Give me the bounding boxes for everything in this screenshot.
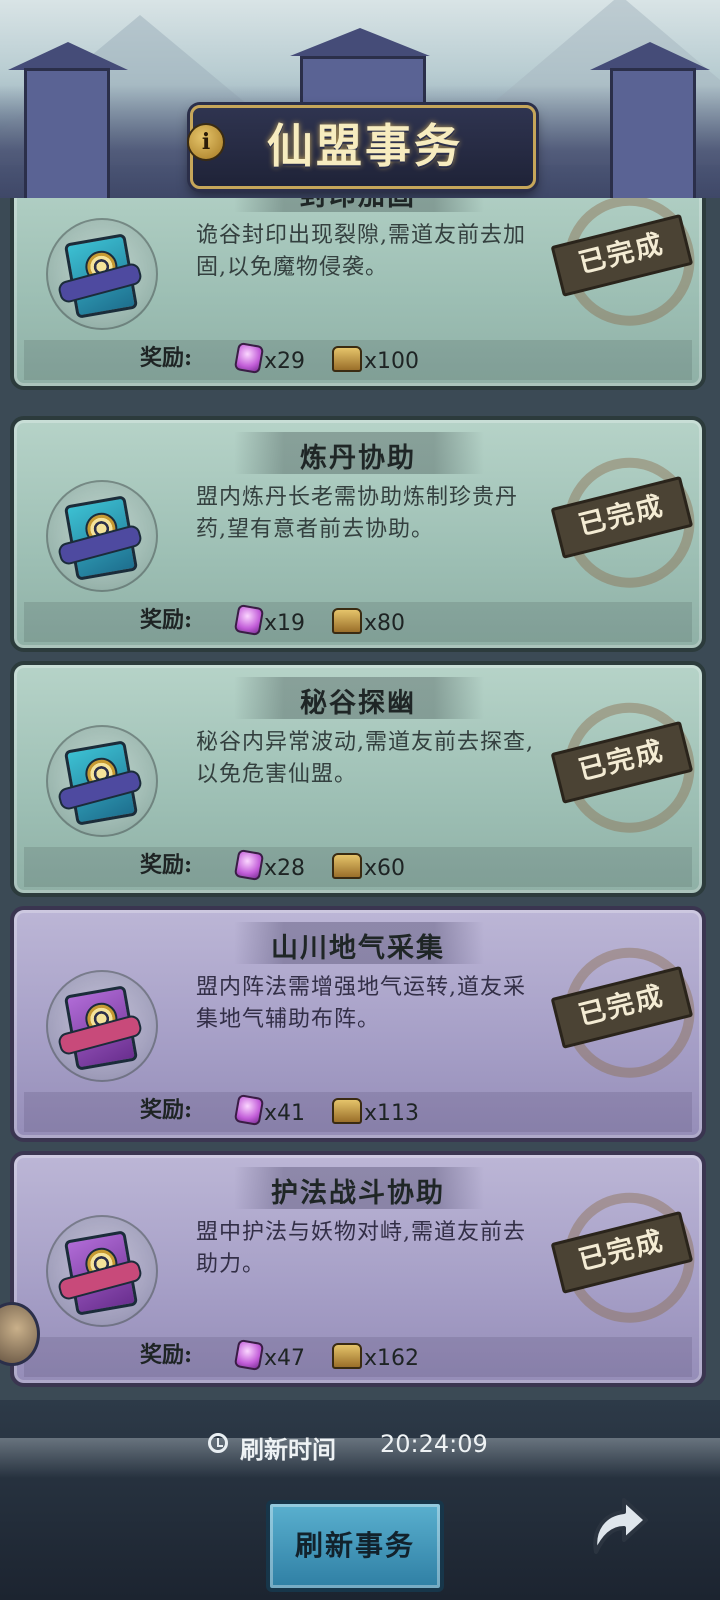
tower-left	[24, 68, 110, 205]
scroll-book-icon	[46, 970, 158, 1082]
task-card[interactable]: 护法战斗协助 盟中护法与妖物对峙,需道友前去助力。 已完成 奖励: x47 x1…	[10, 1151, 709, 1387]
task-card[interactable]: 炼丹协助 盟内炼丹长老需协助炼制珍贵丹药,望有意者前去协助。 已完成 奖励: x…	[10, 416, 709, 652]
refresh-time-value: 20:24:09	[380, 1430, 488, 1458]
curved-arrow-icon	[593, 1498, 648, 1554]
task-card[interactable]: 山川地气采集 盟内阵法需增强地气运转,道友采集地气辅助布阵。 已完成 奖励: x…	[10, 906, 709, 1142]
task-description: 盟内炼丹长老需协助炼制珍贵丹药,望有意者前去协助。	[196, 485, 519, 542]
scroll-book-icon	[46, 725, 158, 837]
task-description: 诡谷封印出现裂隙,需道友前去加固,以免魔物侵袭。	[196, 223, 526, 280]
tower-roof-left	[8, 42, 128, 70]
task-description: 盟内阵法需增强地气运转,道友采集地气辅助布阵。	[196, 975, 526, 1032]
gem-amount: x19	[264, 611, 306, 636]
scroll-book-icon	[46, 480, 158, 592]
info-icon[interactable]: i	[187, 123, 225, 161]
chest-amount: x80	[364, 611, 406, 636]
palace-roof-center	[290, 28, 430, 56]
task-description: 秘谷内异常波动,需道友前去探查,以免危害仙盟。	[196, 730, 534, 787]
scroll-book-icon	[46, 218, 158, 330]
chest-icon	[332, 853, 362, 879]
task-list[interactable]: 封印加固 诡谷封印出现裂隙,需道友前去加固,以免魔物侵袭。 已完成 奖励: x2…	[0, 198, 720, 1408]
gem-icon	[233, 1093, 265, 1127]
completed-stamp: 已完成	[545, 198, 709, 340]
gem-amount: x29	[264, 349, 306, 374]
refresh-time-label: 刷新时间	[240, 1435, 336, 1464]
reward-label: 奖励:	[140, 345, 193, 371]
gem-amount: x28	[264, 856, 306, 881]
chest-icon	[332, 608, 362, 634]
tower-right	[610, 68, 696, 205]
chest-icon	[332, 1098, 362, 1124]
footer-mist	[0, 1438, 720, 1478]
chest-icon	[332, 1343, 362, 1369]
chest-amount: x100	[364, 349, 420, 374]
reward-label: 奖励:	[140, 607, 193, 633]
scroll-book-icon	[46, 1215, 158, 1327]
gem-icon	[233, 1338, 265, 1372]
tower-roof-right	[590, 42, 710, 70]
gem-amount: x41	[264, 1101, 306, 1126]
reward-label: 奖励:	[140, 1097, 193, 1123]
task-description: 盟中护法与妖物对峙,需道友前去助力。	[196, 1220, 526, 1277]
clock-icon	[208, 1433, 228, 1453]
reward-label: 奖励:	[140, 1342, 193, 1368]
reward-label: 奖励:	[140, 852, 193, 878]
gem-amount: x47	[264, 1346, 306, 1371]
back-button[interactable]	[582, 1490, 652, 1560]
task-card[interactable]: 秘谷探幽 秘谷内异常波动,需道友前去探查,以免危害仙盟。 已完成 奖励: x28…	[10, 661, 709, 897]
gem-icon	[233, 603, 265, 637]
chest-amount: x113	[364, 1101, 420, 1126]
gem-icon	[233, 341, 265, 375]
chest-amount: x162	[364, 1346, 420, 1371]
chest-amount: x60	[364, 856, 406, 881]
gem-icon	[233, 848, 265, 882]
page-title: 仙盟事务	[267, 119, 463, 173]
refresh-tasks-button[interactable]: 刷新事务	[266, 1500, 444, 1592]
chest-icon	[332, 346, 362, 372]
task-card[interactable]: 封印加固 诡谷封印出现裂隙,需道友前去加固,以免魔物侵袭。 已完成 奖励: x2…	[10, 198, 709, 390]
